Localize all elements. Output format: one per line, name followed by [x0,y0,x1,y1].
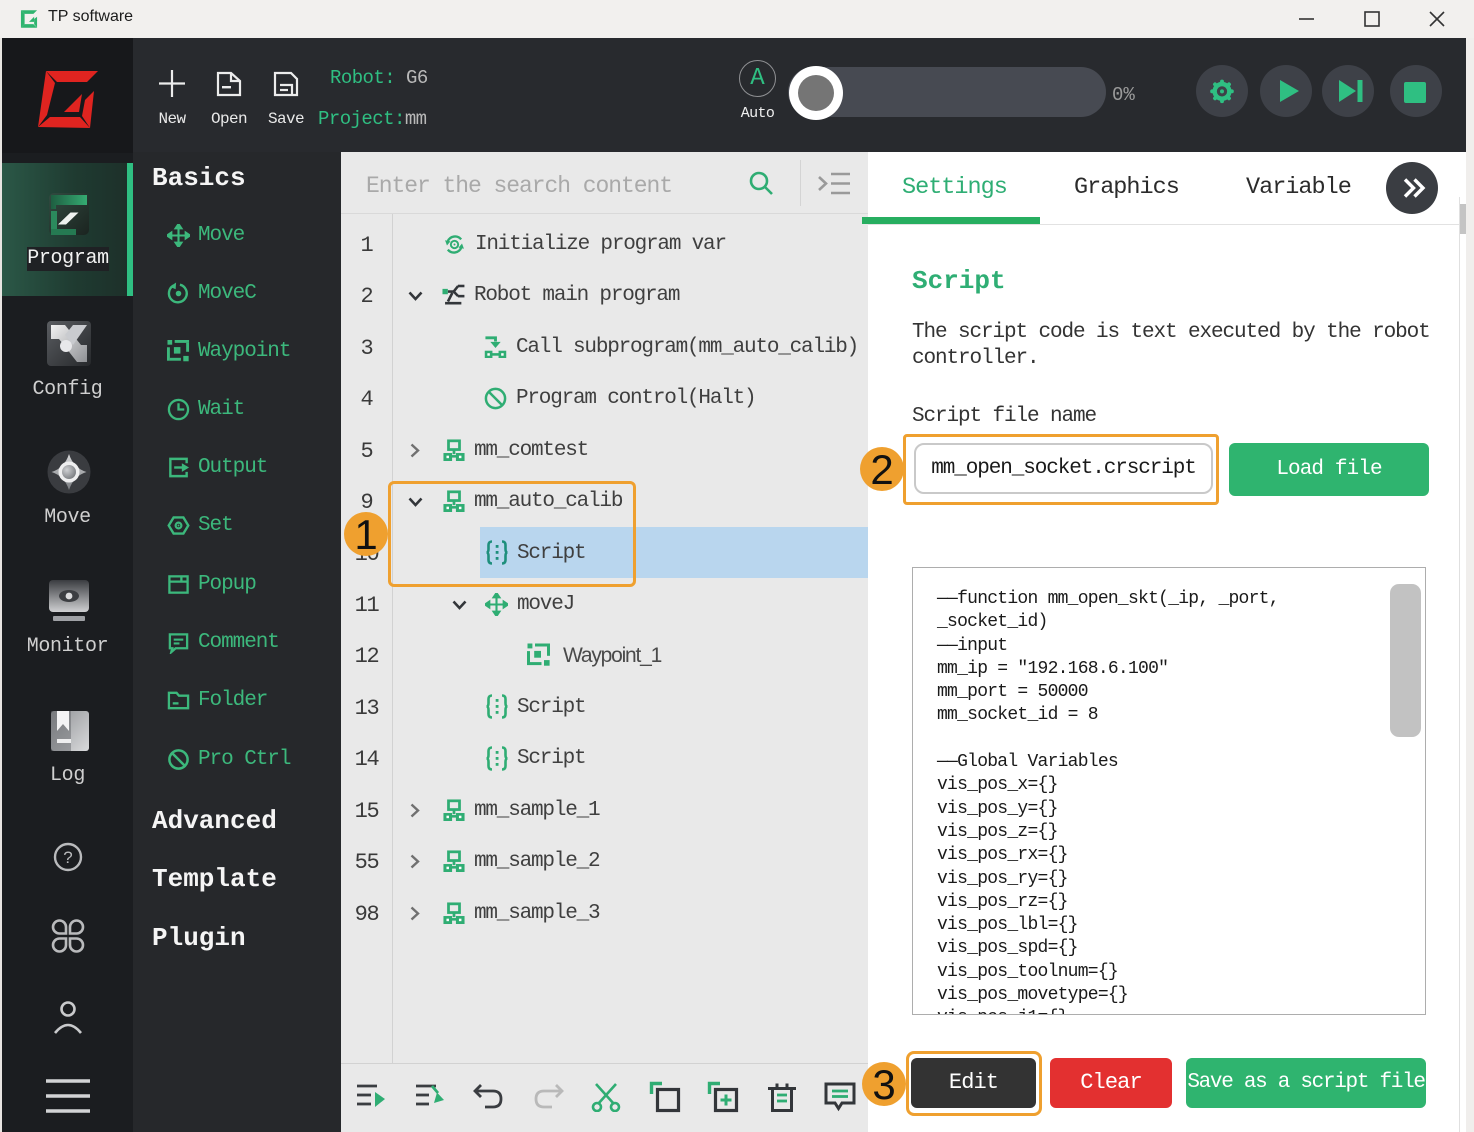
svg-text:?: ? [63,848,72,867]
